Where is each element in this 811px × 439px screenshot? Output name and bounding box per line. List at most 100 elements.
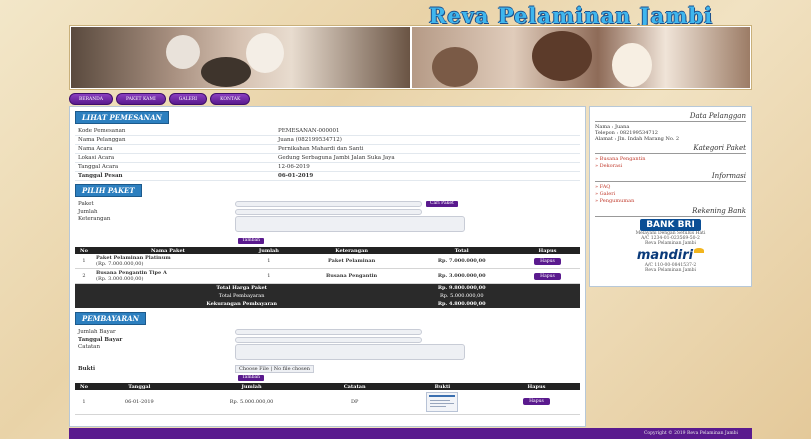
nav-kontak[interactable]: KONTAK [210,93,251,105]
keterangan-label: Keterangan [78,216,111,222]
keterangan-textarea[interactable] [235,216,465,232]
info-label: Kode Pemesanan [78,128,126,134]
col-no: No [75,383,93,390]
sidebar: Data Pelanggan Nama : Juana Telepon : 08… [589,106,752,287]
col-nama: Nama Paket [93,247,243,254]
jumlah-bayar-input[interactable] [235,329,422,335]
paket-input[interactable] [235,201,422,207]
col-tanggal: Tanggal [93,383,186,390]
info-row: Kode Pemesanan PEMESANAN-000001 [75,127,580,136]
row-jumlah: 1 [243,254,295,269]
col-no: No [75,247,93,254]
tanggal-bayar-row: Tanggal Bayar [75,336,580,344]
kategori-link[interactable]: » Dekorasi [595,163,746,170]
informasi-heading: Informasi [595,172,746,182]
tambah-paket-wrap: Tambah [75,236,580,245]
kategori-link[interactable]: » Busana Pengantin [595,156,746,163]
kategori-heading: Kategori Paket [595,144,746,154]
table-row: 2 Busana Pengantin Tipe A (Rp. 3.000.000,… [75,268,580,284]
mandiri-logo: mandiri [636,248,705,263]
nav-beranda[interactable]: BERANDA [69,93,114,105]
row-hapus-cell: Hapus [492,390,580,415]
paket-table-header: No Nama Paket Jumlah Keterangan Total Ha… [75,247,580,254]
mandiri-account: mandiri A/C 110-00-0841537-2 Reva Pelami… [595,248,746,273]
summary-row: Total Pembayaran Rp. 5.000.000,00 [75,292,580,300]
row-total: Rp. 7.000.000,00 [408,254,516,269]
nav-galeri[interactable]: GALERI [168,93,208,105]
info-value: Pernikahan Mahardi dan Santi [278,146,364,152]
mandiri-name: Reva Pelaminan Jambi [644,268,696,273]
catatan-textarea[interactable] [235,344,465,360]
tanggal-bayar-input[interactable] [235,337,422,343]
wedding-photo-left [71,27,410,88]
wedding-photo-right [411,27,750,88]
summary-value: Rp. 5.000.000,00 [408,292,516,300]
informasi-link[interactable]: » Pengumuman [595,198,746,205]
informasi-link[interactable]: » FAQ [595,184,746,191]
info-row: Tanggal Pesan 06-01-2019 [75,172,580,181]
pembayaran-heading: PEMBAYARAN [75,312,146,325]
jumlah-bayar-row: Jumlah Bayar [75,328,580,336]
bukti-label: Bukti [78,365,96,372]
info-label: Tanggal Acara [78,164,119,170]
bukti-thumbnail[interactable] [426,391,459,412]
hapus-button[interactable]: Hapus [523,398,550,406]
main-content: LIHAT PEMESANAN Kode Pemesanan PEMESANAN-… [69,106,586,427]
main-nav: BERANDA PAKET KAMI GALERI KONTAK [69,93,251,105]
tambah-bayar-button[interactable]: Tambah [238,375,265,381]
col-jumlah: Jumlah [243,247,295,254]
kategori-link-label: Dekorasi [599,163,623,169]
info-row: Nama Pelanggan Juana (082199534712) [75,136,580,145]
row-bukti [391,390,493,415]
mandiri-logo-text: mandiri [636,248,694,263]
file-input[interactable]: Choose File | No file chosen [235,364,314,373]
info-value: 06-01-2019 [278,173,314,179]
col-hapus: Hapus [515,247,580,254]
hapus-button[interactable]: Hapus [534,272,561,280]
jumlah-input[interactable] [235,209,422,215]
col-bukti: Bukti [391,383,493,390]
row-harga: (Rp. 3.000.000,00) [96,276,144,282]
pilih-paket-heading: PILIH PAKET [75,184,142,197]
row-nama: Busana Pengantin Tipe A (Rp. 3.000.000,00… [93,268,243,284]
informasi-link-label: Pengumuman [599,198,635,204]
tambah-paket-button[interactable]: Tambah [238,238,265,244]
mandiri-wave-icon [694,248,705,253]
hapus-button[interactable]: Hapus [534,257,561,265]
summary-row: Kekurangan Pembayaran Rp. 4.800.000,00 [75,300,580,308]
table-row: 1 06-01-2019 Rp. 5.000.000,00 DP Hapus [75,390,580,415]
data-pelanggan-heading: Data Pelanggan [595,112,746,122]
pembayaran-table: No Tanggal Jumlah Catatan Bukti Hapus 1 … [75,383,580,415]
row-total: Rp. 3.000.000,00 [408,268,516,284]
summary-label: Kekurangan Pembayaran [75,300,409,308]
summary-label: Total Pembayaran [75,292,409,300]
tambah-bayar-wrap: Tambah [75,373,580,381]
cari-paket-button[interactable]: Cari Paket [426,201,458,207]
lihat-pemesanan-heading: LIHAT PEMESANAN [75,111,169,124]
summary-value: Rp. 9.800.000,00 [408,283,516,292]
paket-table: No Nama Paket Jumlah Keterangan Total Ha… [75,247,580,308]
info-label: Tanggal Pesan [78,173,123,179]
jumlah-bayar-label: Jumlah Bayar [78,329,116,335]
paket-row: Paket Cari Paket [75,200,580,208]
file-status: No file chosen [273,365,310,372]
row-tanggal: 06-01-2019 [93,390,186,415]
catatan-label: Catatan [78,344,101,350]
info-value: 12-06-2019 [278,164,310,170]
informasi-link[interactable]: » Galeri [595,191,746,198]
row-hapus-cell: Hapus [515,268,580,284]
rekening-heading: Rekening Bank [595,207,746,217]
bri-account: BANK BRI Melayani Dengan Setulus Hati A/… [595,219,746,246]
row-no: 1 [75,390,93,415]
choose-file-button[interactable]: Choose File [239,366,269,372]
kategori-link-label: Busana Pengantin [599,156,646,162]
info-value: Gedung Serbaguna Jambi Jalan Suka Jaya [278,155,395,161]
summary-label: Total Harga Paket [75,283,409,292]
info-value: Juana (082199534712) [278,137,342,143]
header-banner [69,25,752,90]
info-label: Lokasi Acara [78,155,115,161]
row-jumlah: Rp. 5.000.000,00 [185,390,318,415]
table-row: 1 Paket Pelaminan Platinum (Rp. 7.000.000… [75,254,580,269]
nav-paket-kami[interactable]: PAKET KAMI [116,93,166,105]
info-value: PEMESANAN-000001 [278,128,340,134]
